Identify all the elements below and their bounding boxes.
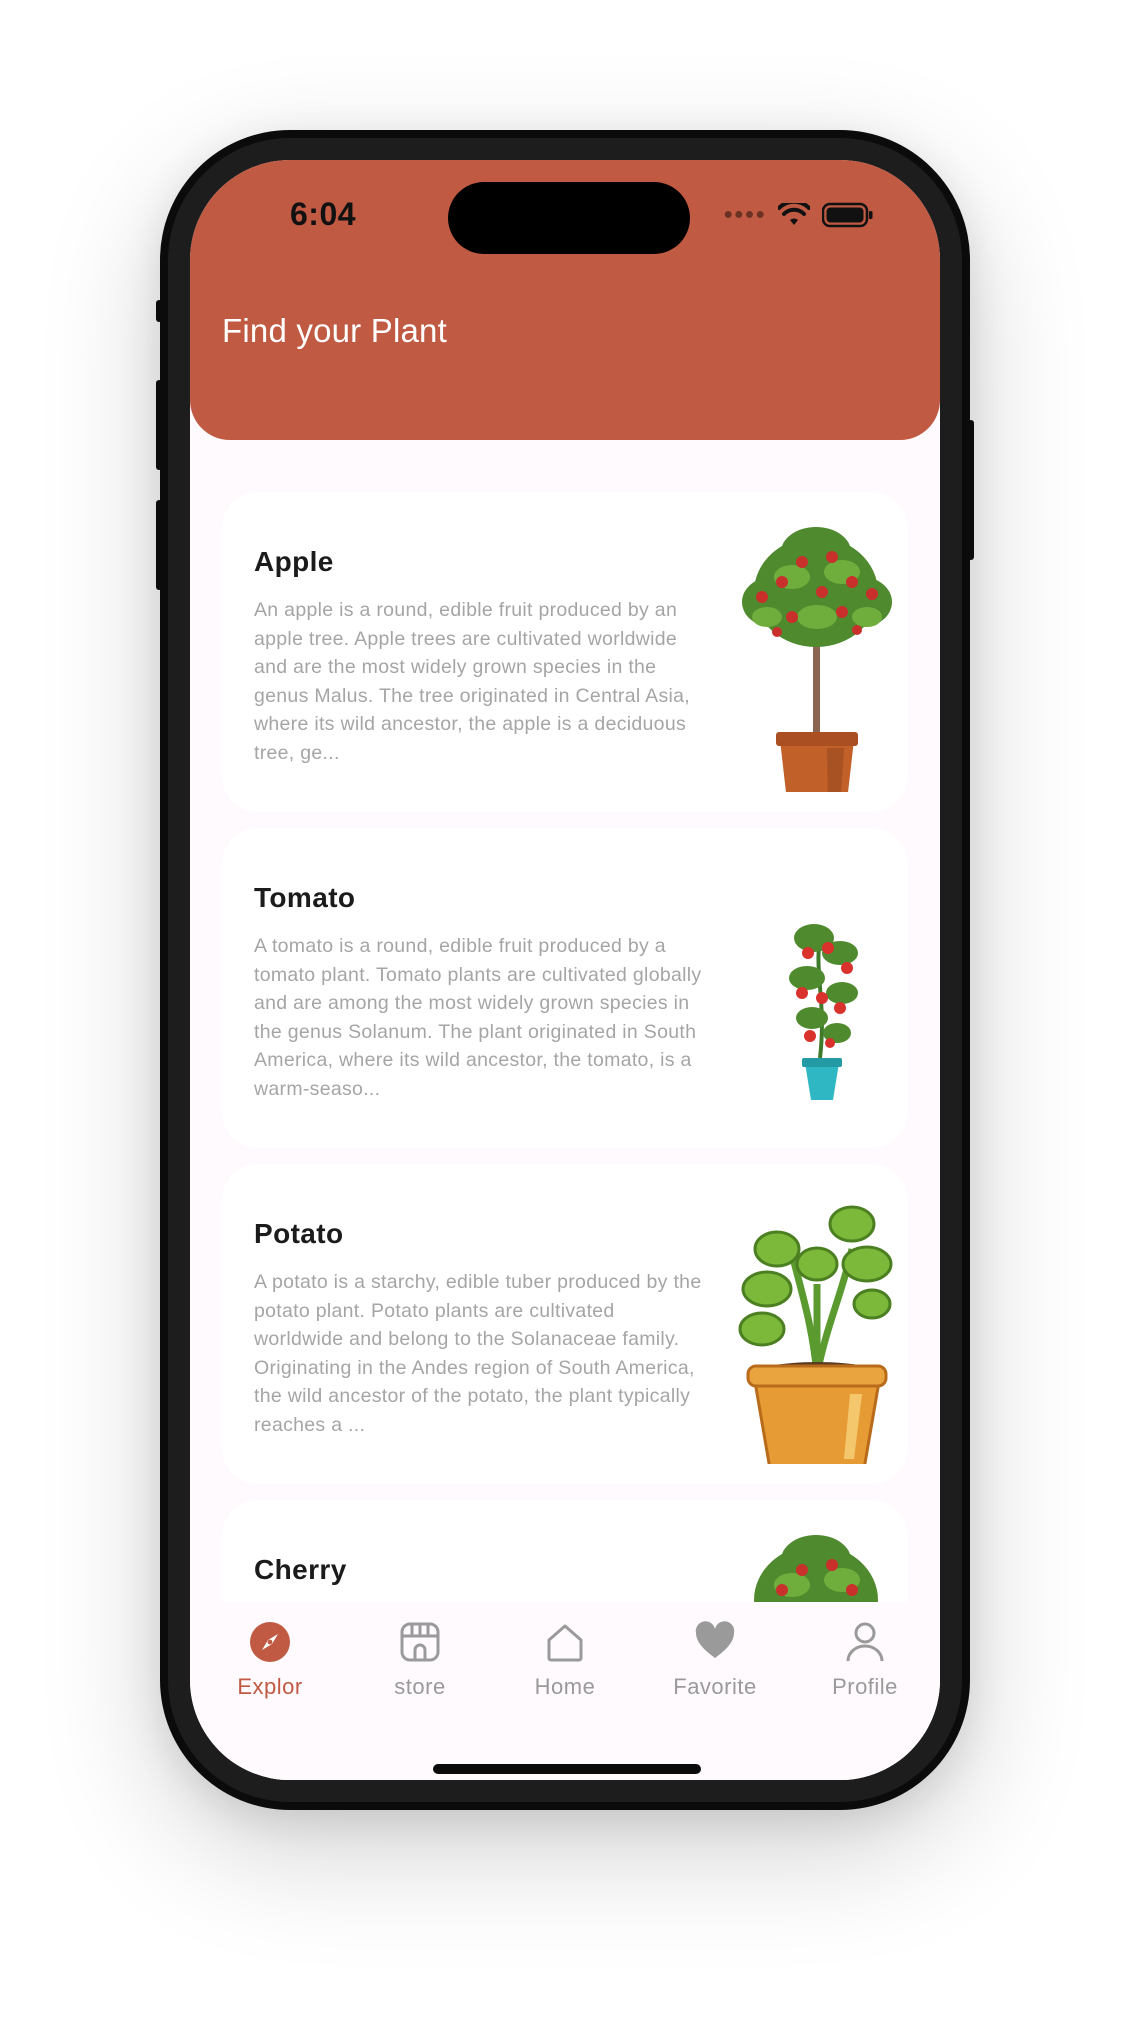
store-icon: [400, 1622, 440, 1662]
tab-profile[interactable]: Profile: [795, 1620, 935, 1700]
plant-card-apple[interactable]: Apple An apple is a round, edible fruit …: [222, 492, 908, 812]
plant-description: An apple is a round, edible fruit produc…: [254, 599, 690, 764]
bottom-tab-bar: Explor store Home Favorite Profile: [190, 1602, 940, 1780]
tab-label: store: [394, 1674, 446, 1699]
plant-name: Potato: [254, 1218, 344, 1249]
plant-name: Tomato: [254, 882, 356, 913]
wifi-icon: [778, 203, 810, 225]
compass-icon: [250, 1622, 290, 1662]
dynamic-island: [448, 182, 690, 254]
tab-favorite[interactable]: Favorite: [645, 1620, 785, 1700]
side-button: [156, 300, 162, 322]
tab-home[interactable]: Home: [495, 1620, 635, 1700]
person-icon: [846, 1622, 884, 1662]
status-icons: ●●●●: [723, 202, 874, 228]
potato-plant-image: [738, 1205, 893, 1464]
tab-explor[interactable]: Explor: [200, 1620, 340, 1700]
tomato-plant-image: [789, 924, 858, 1100]
plant-card-tomato[interactable]: Tomato A tomato is a round, edible fruit…: [222, 828, 908, 1148]
plant-name: Apple: [254, 546, 334, 577]
battery-icon: [822, 202, 873, 228]
plant-card-potato[interactable]: Potato A potato is a starchy, edible tub…: [222, 1164, 908, 1484]
home-indicator[interactable]: [433, 1764, 701, 1774]
home-icon: [547, 1624, 583, 1662]
plant-description: A tomato is a round, edible fruit produc…: [254, 935, 702, 1100]
tab-store[interactable]: store: [350, 1620, 490, 1700]
plant-name: Cherry: [254, 1554, 347, 1585]
volume-up-button: [156, 380, 162, 470]
app-header: 6:04 ●●●● Find your Plant: [190, 160, 940, 440]
power-button: [968, 420, 974, 560]
tab-label: Profile: [832, 1674, 898, 1699]
plant-list[interactable]: Apple An apple is a round, edible fruit …: [190, 440, 940, 1780]
volume-down-button: [156, 500, 162, 590]
tab-label: Favorite: [673, 1674, 757, 1699]
apple-tree-image: [742, 527, 892, 792]
plant-description: A potato is a starchy, edible tuber prod…: [254, 1271, 702, 1436]
page-title: Find your Plant: [222, 312, 447, 349]
tab-label: Home: [534, 1674, 596, 1699]
status-time: 6:04: [290, 196, 357, 232]
tab-label: Explor: [237, 1674, 303, 1699]
app-screen: 6:04 ●●●● Find your Plant Apple An apple…: [190, 160, 940, 1780]
signal-icon: ●●●●: [723, 206, 766, 223]
heart-icon: [695, 1621, 735, 1658]
